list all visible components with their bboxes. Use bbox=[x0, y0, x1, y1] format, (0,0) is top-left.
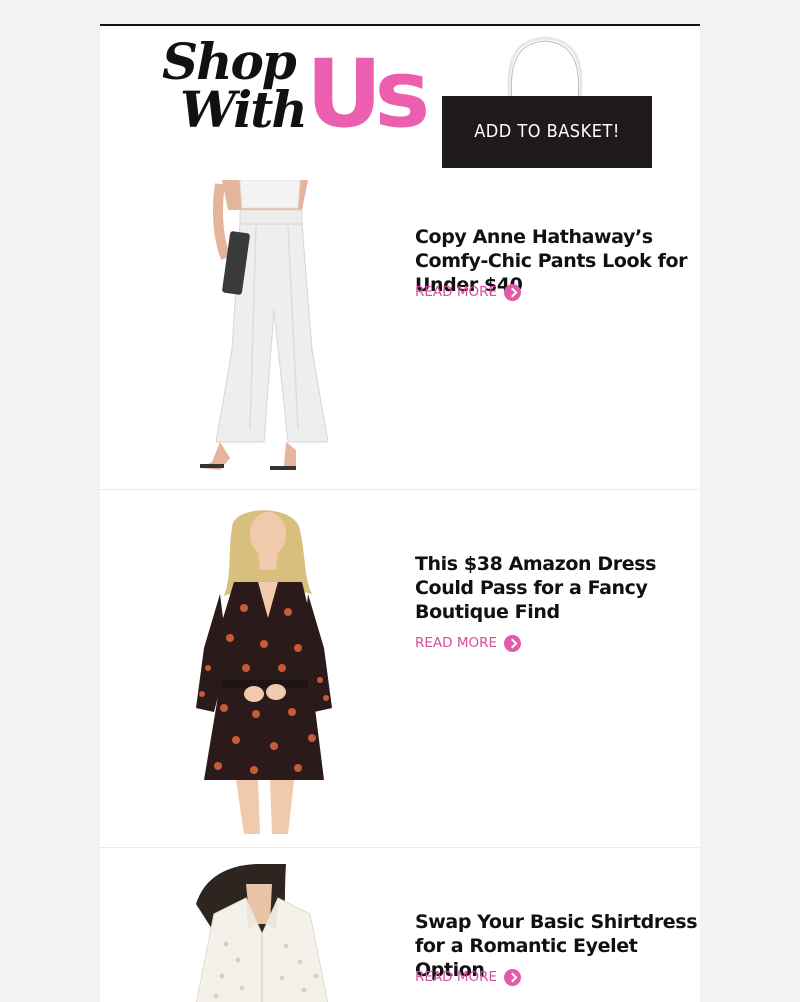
bag-handle bbox=[507, 36, 583, 103]
floral-dress-image bbox=[184, 508, 344, 834]
article-headline[interactable]: This $38 Amazon Dress Could Pass for a F… bbox=[415, 552, 700, 624]
read-more-label: READ MORE bbox=[415, 284, 498, 300]
newsletter-header: Shop With Us ADD TO BASKET! bbox=[100, 26, 700, 176]
article-image-pants[interactable] bbox=[180, 180, 340, 478]
eyelet-shirtdress-image bbox=[186, 864, 336, 1002]
chevron-right-circle-icon bbox=[504, 968, 522, 986]
white-pants-image bbox=[180, 180, 340, 478]
article-item: Swap Your Basic Shirtdress for a Romanti… bbox=[100, 862, 700, 1002]
read-more-label: READ MORE bbox=[415, 969, 498, 985]
logo-shop-text: Shop bbox=[162, 32, 297, 91]
divider bbox=[100, 489, 700, 490]
article-item: This $38 Amazon Dress Could Pass for a F… bbox=[100, 504, 700, 848]
read-more-label: READ MORE bbox=[415, 635, 498, 651]
article-image-dress[interactable] bbox=[184, 508, 344, 834]
read-more-link[interactable]: READ MORE bbox=[415, 282, 522, 302]
chevron-right-circle-icon bbox=[504, 283, 522, 301]
read-more-link[interactable]: READ MORE bbox=[415, 633, 522, 653]
newsletter-container: Shop With Us ADD TO BASKET! Copy Anne Ha… bbox=[100, 24, 700, 1002]
shopping-bag-icon: ADD TO BASKET! bbox=[440, 34, 654, 168]
logo-us-text: Us bbox=[306, 40, 430, 149]
article-item: Copy Anne Hathaway’s Comfy-Chic Pants Lo… bbox=[100, 176, 700, 488]
read-more-link[interactable]: READ MORE bbox=[415, 967, 522, 987]
article-image-eyelet-shirtdress[interactable] bbox=[186, 864, 336, 1002]
chevron-right-circle-icon bbox=[504, 634, 522, 652]
add-to-basket-button[interactable]: ADD TO BASKET! bbox=[442, 96, 652, 168]
logo-with-text: With bbox=[180, 80, 308, 139]
divider bbox=[100, 847, 700, 848]
